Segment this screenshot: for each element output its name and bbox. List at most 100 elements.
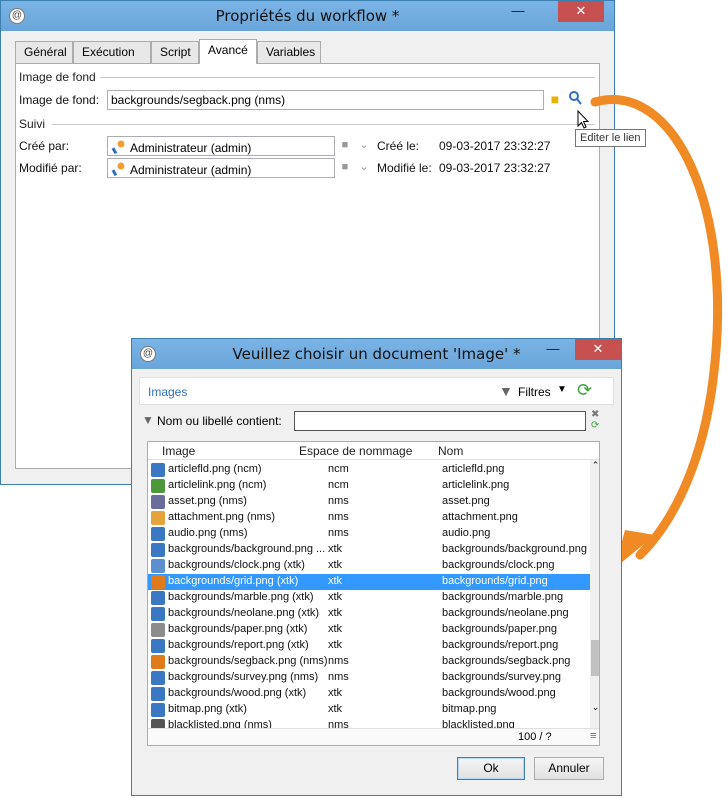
cell-name: backgrounds/wood.png	[442, 687, 556, 699]
table-row[interactable]: backgrounds/paper.png (xtk) xtk background…	[148, 622, 590, 638]
vertical-scrollbar[interactable]: ⌃ ⌄	[590, 460, 599, 730]
minimize-button[interactable]: —	[540, 339, 566, 360]
cell-image: articlelink.png (ncm)	[168, 479, 267, 491]
created-by-label: Créé par:	[19, 139, 70, 153]
cancel-button[interactable]: Annuler	[534, 757, 604, 780]
table-row[interactable]: backgrounds/clock.png (xtk) xtk background…	[148, 558, 590, 574]
cell-image: backgrounds/paper.png (xtk)	[168, 623, 308, 635]
filter-icon[interactable]: ▼	[499, 383, 513, 399]
table-row[interactable]: asset.png (nms) nms asset.png	[148, 494, 590, 510]
created-by-field[interactable]: Administrateur (admin)	[107, 136, 335, 156]
refresh-icon[interactable]: ⟳	[577, 380, 592, 401]
list-menu-icon[interactable]: ≡	[590, 730, 596, 742]
column-header-image[interactable]: Image	[162, 444, 195, 458]
image-icon	[151, 527, 165, 541]
cell-image: backgrounds/report.png (xtk)	[168, 639, 309, 651]
list-footer: 100 / ? ≡	[148, 728, 599, 745]
list-header: Image Espace de nommage Nom	[148, 442, 599, 460]
cell-name: articlelink.png	[442, 479, 510, 491]
cell-namespace: nms	[328, 495, 349, 507]
table-row[interactable]: backgrounds/segback.png (nms) nms backgrou…	[148, 654, 590, 670]
background-image-field[interactable]: backgrounds/segback.png (nms)	[107, 90, 544, 110]
clear-icon[interactable]: ✖	[591, 409, 599, 420]
folder-icon: ■	[341, 161, 349, 173]
table-row[interactable]: articlefld.png (ncm) ncm articlefld.png	[148, 462, 590, 478]
user-icon	[111, 139, 127, 155]
cell-namespace: nms	[328, 655, 349, 667]
cell-image: bitmap.png (xtk)	[168, 703, 247, 715]
search-input[interactable]	[294, 411, 586, 431]
cell-namespace: nms	[328, 671, 349, 683]
section-divider	[52, 124, 595, 125]
filters-button[interactable]: Filtres	[518, 385, 551, 399]
cell-name: backgrounds/paper.png	[442, 623, 557, 635]
table-row[interactable]: audio.png (nms) nms audio.png	[148, 526, 590, 542]
column-header-name[interactable]: Nom	[438, 444, 463, 458]
cell-name: attachment.png	[442, 511, 518, 523]
table-row[interactable]: bitmap.png (xtk) xtk bitmap.png	[148, 702, 590, 718]
cell-image: audio.png (nms)	[168, 527, 248, 539]
scroll-down-button[interactable]: ⌄	[590, 702, 599, 716]
scroll-up-button[interactable]: ⌃	[590, 460, 599, 474]
table-row[interactable]: backgrounds/survey.png (nms) nms backgroun…	[148, 670, 590, 686]
cell-name: bitmap.png	[442, 703, 497, 715]
cell-name: backgrounds/report.png	[442, 639, 559, 651]
image-icon	[151, 623, 165, 637]
table-row[interactable]: backgrounds/background.png ... xtk backgro…	[148, 542, 590, 558]
cell-namespace: xtk	[328, 543, 343, 555]
cell-name: backgrounds/background.png	[442, 543, 587, 555]
table-row[interactable]: backgrounds/wood.png (xtk) xtk backgrounds…	[148, 686, 590, 702]
modified-by-value: Administrateur (admin)	[130, 163, 252, 177]
chevron-down-icon: ⌄	[359, 161, 369, 173]
chevron-down-icon[interactable]: ▼	[557, 384, 567, 395]
cell-name: backgrounds/survey.png	[442, 671, 562, 683]
folder-icon[interactable]: ■	[546, 90, 564, 110]
table-row[interactable]: articlelink.png (ncm) ncm articlelink.png	[148, 478, 590, 494]
table-row[interactable]: backgrounds/neolane.png (xtk) xtk backgrou…	[148, 606, 590, 622]
cell-name: audio.png	[442, 527, 491, 539]
tab-script[interactable]: Script	[151, 41, 199, 63]
scroll-thumb[interactable]	[591, 640, 599, 676]
cell-image: attachment.png (nms)	[168, 511, 275, 523]
close-button[interactable]: ✕	[575, 339, 621, 360]
folder-label: Images	[148, 385, 188, 399]
chevron-down-icon: ⌄	[359, 139, 369, 151]
modified-by-field[interactable]: Administrateur (admin)	[107, 158, 335, 178]
table-row[interactable]: backgrounds/grid.png (xtk) xtk backgrounds…	[148, 574, 590, 590]
background-section-title: Image de fond	[19, 70, 96, 84]
cell-namespace: xtk	[328, 623, 343, 635]
titlebar[interactable]: @ Propriétés du workflow * — ✕	[1, 1, 614, 31]
cell-image: asset.png (nms)	[168, 495, 247, 507]
table-row[interactable]: backgrounds/report.png (xtk) xtk backgroun…	[148, 638, 590, 654]
refresh-icon[interactable]: ⟳	[591, 420, 599, 431]
column-header-namespace[interactable]: Espace de nommage	[299, 444, 412, 458]
table-row[interactable]: backgrounds/marble.png (xtk) xtk backgroun…	[148, 590, 590, 606]
close-button[interactable]: ✕	[558, 1, 604, 22]
background-label: Image de fond:	[19, 93, 100, 107]
cell-image: backgrounds/marble.png (xtk)	[168, 591, 314, 603]
ok-button[interactable]: Ok	[457, 757, 525, 780]
cell-image: backgrounds/grid.png (xtk)	[168, 575, 299, 587]
tab-general[interactable]: Général	[15, 41, 73, 63]
image-icon	[151, 671, 165, 685]
cell-namespace: xtk	[328, 575, 343, 587]
tab-variables[interactable]: Variables	[257, 41, 321, 63]
table-row[interactable]: attachment.png (nms) nms attachment.png	[148, 510, 590, 526]
cell-name: asset.png	[442, 495, 490, 507]
modified-on-label: Modifié le:	[377, 161, 432, 175]
filter-icon: ▼	[142, 413, 154, 427]
cell-namespace: xtk	[328, 639, 343, 651]
search-label: Nom ou libellé contient:	[157, 414, 282, 428]
titlebar[interactable]: @ Veuillez choisir un document 'Image' *…	[132, 339, 621, 369]
tab-execution[interactable]: Exécution	[73, 41, 151, 63]
image-icon	[151, 591, 165, 605]
minimize-button[interactable]: —	[505, 1, 531, 22]
image-icon	[151, 463, 165, 477]
edit-link-icon[interactable]	[566, 90, 584, 110]
tab-advanced[interactable]: Avancé	[199, 39, 257, 64]
cell-namespace: xtk	[328, 591, 343, 603]
cell-namespace: ncm	[328, 463, 349, 475]
document-list: Image Espace de nommage Nom articlefld.p…	[147, 441, 600, 746]
document-chooser-window: @ Veuillez choisir un document 'Image' *…	[131, 338, 622, 796]
cell-namespace: xtk	[328, 687, 343, 699]
